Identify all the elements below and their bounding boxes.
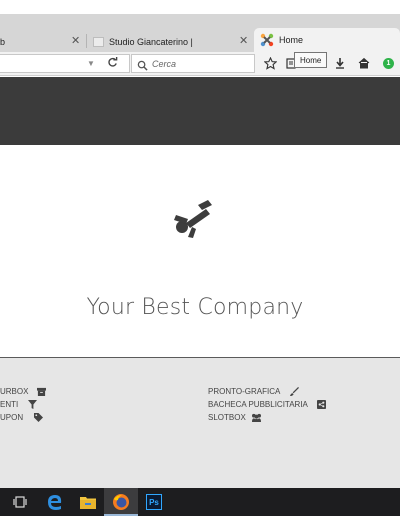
footer-link-label: SLOTBOX — [208, 413, 246, 422]
bookmark-star-icon[interactable] — [263, 56, 277, 70]
url-bar[interactable]: ▼ — [0, 54, 130, 73]
home-icon[interactable] — [357, 56, 371, 70]
archive-icon — [37, 387, 47, 396]
tab-2-label: Studio Giancaterino | — [109, 36, 193, 47]
file-explorer-icon[interactable] — [78, 492, 98, 512]
company-logo-icon — [172, 197, 218, 239]
reload-icon[interactable] — [107, 57, 118, 71]
search-bar[interactable]: Cerca — [131, 54, 255, 73]
search-placeholder: Cerca — [152, 58, 177, 69]
share-icon — [316, 400, 326, 409]
top-strip — [0, 0, 400, 14]
company-name: Your Best Company — [86, 295, 304, 320]
footer-link-enti[interactable]: ENTI — [0, 400, 38, 409]
nav-toolbar: ▼ Cerca — [0, 52, 400, 76]
tab-1-close-icon[interactable]: ✕ — [71, 34, 80, 47]
firefox-icon[interactable] — [111, 492, 131, 512]
photoshop-label: Ps — [146, 494, 162, 510]
tag-icon — [34, 413, 44, 422]
search-icon — [137, 58, 149, 71]
download-icon[interactable] — [333, 56, 347, 70]
brush-icon — [290, 387, 300, 396]
site-header — [0, 77, 400, 145]
joomla-favicon-icon — [260, 33, 274, 47]
site-footer: URBOX ENTI UPON PRONTO-GRAFICA BACHECA P… — [0, 358, 400, 488]
footer-link-label: PRONTO-GRAFICA — [208, 387, 281, 396]
footer-link-label: ENTI — [0, 400, 19, 409]
addon-badge[interactable]: 1 — [383, 58, 394, 69]
hero-section: Your Best Company — [0, 145, 400, 358]
footer-link-slotbox[interactable]: SLOTBOX — [208, 413, 262, 422]
tab-separator — [86, 34, 87, 48]
tab-active-home[interactable]: Home — [254, 28, 400, 52]
filter-icon — [28, 400, 38, 409]
tab-2-close-icon[interactable]: ✕ — [239, 34, 248, 47]
users-icon — [251, 413, 262, 422]
tab-bar: b ✕ Studio Giancaterino | ✕ Home — [0, 14, 400, 52]
tab-2[interactable]: Studio Giancaterino | ✕ — [88, 31, 254, 52]
windows-taskbar: Ps — [0, 488, 400, 516]
photoshop-icon[interactable]: Ps — [144, 492, 164, 512]
footer-link-upon[interactable]: UPON — [0, 413, 44, 422]
footer-link-pronto-grafica[interactable]: PRONTO-GRAFICA — [208, 387, 300, 396]
footer-link-bacheca-pubblicitaria[interactable]: BACHECA PUBBLICITARIA — [208, 400, 326, 409]
footer-link-label: BACHECA PUBBLICITARIA — [208, 400, 308, 409]
home-tooltip: Home — [294, 52, 328, 68]
tab-1[interactable]: b ✕ — [0, 31, 86, 52]
task-view-icon[interactable] — [10, 492, 30, 512]
tab-3-label: Home — [279, 35, 304, 45]
url-dropdown-icon[interactable]: ▼ — [87, 59, 95, 68]
tab-1-label: b — [0, 36, 6, 47]
footer-link-urbox[interactable]: URBOX — [0, 387, 47, 396]
footer-link-label: UPON — [0, 413, 24, 422]
edge-icon[interactable] — [45, 492, 65, 512]
page-favicon-icon — [93, 36, 104, 47]
footer-link-label: URBOX — [0, 387, 29, 396]
